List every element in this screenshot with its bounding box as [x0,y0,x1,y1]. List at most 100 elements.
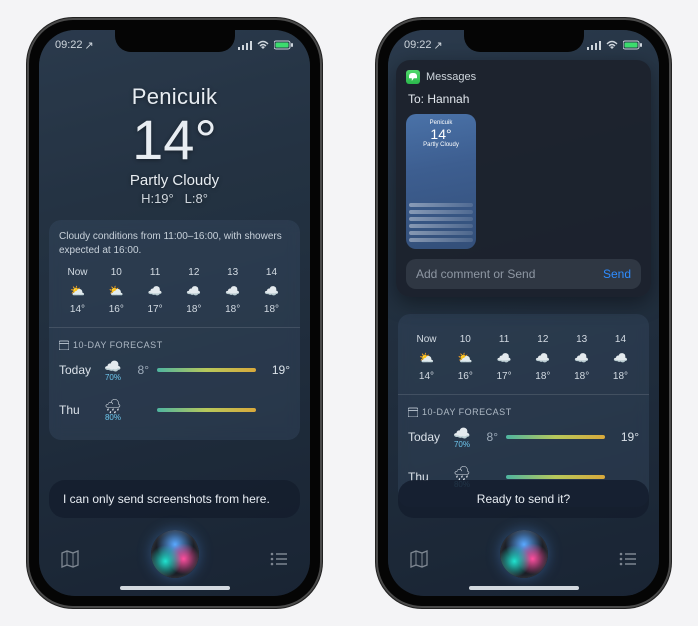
hour-temp: 18° [563,371,600,382]
list-icon[interactable] [268,548,290,570]
map-icon[interactable] [59,548,81,570]
day-low: 8° [125,363,149,377]
weather-icon: ☁️ [602,351,639,365]
hour-time: 14 [602,334,639,345]
hour-cell: 14 ☁️ 18° [253,267,290,315]
weather-icon: ☁️ [524,351,561,365]
hour-time: Now [59,267,96,278]
hour-cell: 10 ⛅ 16° [98,267,135,315]
card-divider [398,394,649,395]
day-weather-icon: 🌧80% [101,398,125,422]
thumb-temperature: 14° [406,126,476,142]
ten-day-header: 10-DAY FORECAST [408,407,639,417]
weather-icon: ☁️ [137,284,174,298]
screen: 09:22 ↗ Penicuik 14° Partly Cloudy H:19° [39,30,310,596]
home-indicator[interactable] [469,586,579,590]
current-condition: Partly Cloudy [39,172,310,189]
hour-temp: 18° [175,304,212,315]
siri-orb-icon[interactable] [151,530,199,578]
precip-pct: 70% [450,440,474,449]
notch [464,30,584,52]
wifi-icon [256,40,270,50]
cellular-signal-icon [238,40,252,50]
home-indicator[interactable] [120,586,230,590]
send-button[interactable]: Send [603,267,631,281]
hour-time: 12 [524,334,561,345]
day-row[interactable]: Today☁️70%8°19° [408,417,639,457]
hour-temp: 18° [602,371,639,382]
siri-response-text: I can only send screenshots from here. [63,492,270,506]
screenshot-attachment[interactable]: Penicuik 14° Partly Cloudy [406,114,476,249]
hourly-row[interactable]: Now⛅14°10⛅16°11☁️17°12☁️18°13☁️18°14☁️18… [408,334,639,382]
ten-day-label: 10-DAY FORECAST [73,340,163,350]
siri-response-text: Ready to send it? [477,492,570,506]
hour-time: 12 [175,267,212,278]
siri-response-bubble: I can only send screenshots from here. [49,480,300,518]
map-icon[interactable] [408,548,430,570]
hourly-forecast-card[interactable]: Cloudy conditions from 11:00–16:00, with… [49,220,300,440]
weather-icon: ⛅ [408,351,445,365]
weather-icon: ☁️ [486,351,523,365]
hour-time: 11 [486,334,523,345]
hour-cell: 12☁️18° [175,267,212,315]
comment-input[interactable]: Add comment or Send [416,267,595,281]
hour-temp: 16° [98,304,135,315]
weather-icon: ⛅ [98,284,135,298]
current-temperature: 14° [39,112,310,168]
day-rows[interactable]: Today☁️70%8° 19° Thu🌧80% [59,350,290,430]
siri-response-bubble: Ready to send it? [398,480,649,518]
temp-range-bar [157,368,256,372]
messages-app-icon [406,70,420,84]
hour-temp: 16° [447,371,484,382]
precip-pct: 80% [101,413,125,422]
temp-range-bar [506,475,605,479]
messages-compose-panel: Messages To: Hannah Penicuik 14° Partly … [396,60,651,297]
hour-temp: 18° [524,371,561,382]
messages-header: Messages [406,70,641,84]
hourly-forecast-card[interactable]: Now⛅14°10⛅16°11☁️17°12☁️18°13☁️18°14☁️18… [398,314,649,507]
hour-cell: 11☁️17° [137,267,174,315]
day-row[interactable]: Thu🌧80% [59,390,290,430]
weather-icon: ⛅ [59,284,96,298]
day-weather-icon: ☁️70% [450,425,474,449]
battery-icon [274,40,294,50]
weather-icon: ⛅ [447,351,484,365]
list-icon[interactable] [617,548,639,570]
phone-left: 09:22 ↗ Penicuik 14° Partly Cloudy H:19° [27,18,322,608]
screen: 09:22 ↗ Messages To: Hannah [388,30,659,596]
location-name: Penicuik [39,84,310,110]
day-low: 8° [474,430,498,444]
siri-orb-icon[interactable] [500,530,548,578]
day-label: Today [59,363,101,377]
hour-temp: 18° [253,304,290,315]
hour-time: 11 [137,267,174,278]
status-right [587,36,643,54]
day-label: Today [408,430,450,444]
calendar-icon [59,340,69,350]
weather-icon: ☁️ [253,284,290,298]
hour-temp: 18° [214,304,251,315]
hour-cell: 11☁️17° [486,334,523,382]
messages-app-name: Messages [426,71,476,83]
hourly-row[interactable]: Now⛅14°10⛅16°11☁️17°12☁️18°13☁️18°14☁️18… [59,267,290,315]
hour-time: 13 [214,267,251,278]
hour-cell: 13 ☁️ 18° [214,267,251,315]
status-time: 09:22 [55,39,83,51]
thumb-forecast-lines [409,200,473,245]
day-row[interactable]: Today☁️70%8° 19° [59,350,290,390]
hour-cell: 14 ☁️ 18° [602,334,639,382]
ten-day-label: 10-DAY FORECAST [422,407,512,417]
messages-to-field[interactable]: To: Hannah [408,92,641,106]
weather-icon: ☁️ [214,284,251,298]
day-label: Thu [59,403,101,417]
hour-cell: Now⛅14° [408,334,445,382]
temp-range-bar [506,435,605,439]
card-divider [49,327,300,328]
day-high: 19° [264,363,290,377]
status-right [238,36,294,54]
low-temp: L:8° [185,191,208,206]
hour-time: 10 [98,267,135,278]
day-weather-icon: ☁️70% [101,358,125,382]
weather-header: Penicuik 14° Partly Cloudy H:19° L:8° [39,54,310,206]
hour-time: 14 [253,267,290,278]
